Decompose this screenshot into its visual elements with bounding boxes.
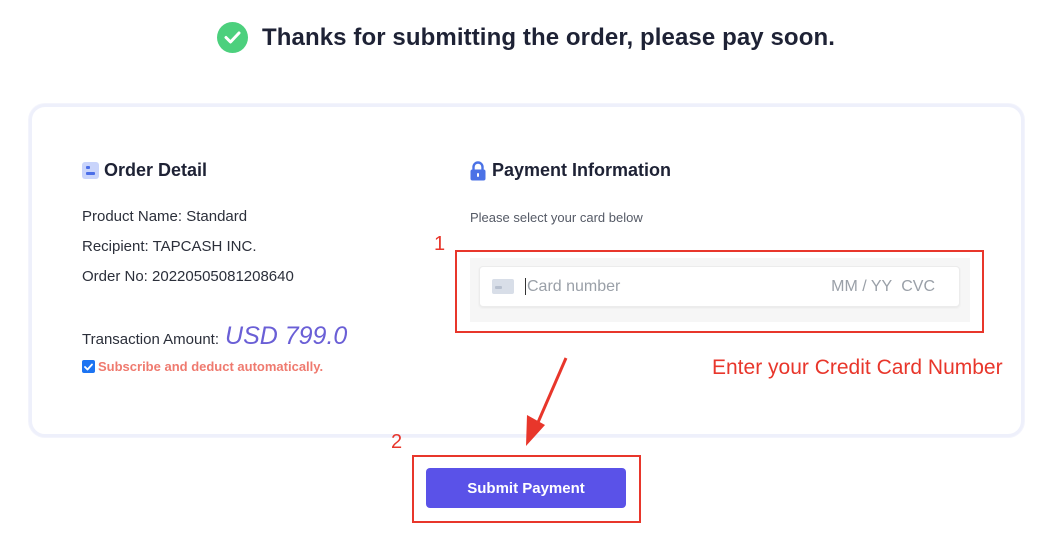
card-input-highlight [455, 250, 984, 333]
page-header: Thanks for submitting the order, please … [0, 22, 1052, 53]
step-one-marker: 1 [434, 233, 446, 255]
payment-info-title: Payment Information [492, 160, 672, 180]
payment-info-heading: Payment Information [469, 160, 671, 181]
order-number: Order No: 20220505081208640 [82, 268, 294, 285]
arrow-annotation [526, 357, 568, 446]
amount-label: Transaction Amount: [82, 331, 220, 348]
subscribe-label: Subscribe and deduct automatically. [98, 359, 324, 374]
product-name: Product Name: Standard [82, 208, 248, 225]
page-title: Thanks for submitting the order, please … [261, 23, 835, 51]
lock-icon [470, 160, 486, 180]
recipient: Recipient: TAPCASH INC. [82, 238, 257, 255]
subscribe-option[interactable]: Subscribe and deduct automatically. [82, 359, 323, 374]
document-icon [82, 162, 99, 179]
card-select-hint: Please select your card below [470, 210, 643, 225]
submit-payment-button[interactable]: Submit Payment [426, 468, 626, 508]
instruction-annotation: Enter your Credit Card Number [712, 356, 1003, 379]
order-detail-heading: Order Detail [82, 160, 207, 181]
subscribe-checkbox[interactable] [82, 360, 95, 373]
step-two-marker: 2 [391, 431, 403, 453]
order-detail-title: Order Detail [104, 160, 208, 180]
amount-value: USD 799.0 [225, 322, 348, 350]
transaction-amount: Transaction Amount: USD 799.0 [82, 322, 347, 351]
check-circle-icon [216, 22, 248, 53]
